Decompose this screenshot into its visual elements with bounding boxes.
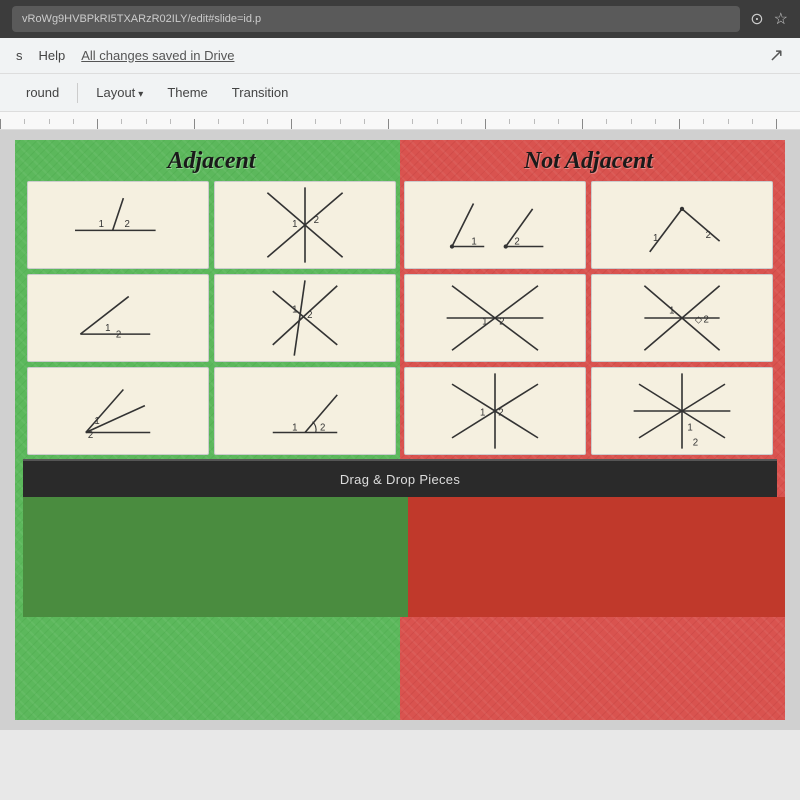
svg-text:1: 1 [99,219,104,230]
slide[interactable]: Adjacent Not Adjacent [15,140,785,720]
svg-text:1: 1 [687,422,692,433]
adjacent-card-5[interactable]: 1 2 [27,367,209,455]
svg-text:2: 2 [693,437,698,448]
not-adjacent-card-6[interactable]: 1 2 [591,367,773,455]
not-adjacent-card-1[interactable]: 1 2 [404,181,586,269]
svg-text:2: 2 [499,316,504,327]
adjacent-grid: 1 2 1 2 [27,181,396,455]
svg-text:1: 1 [471,236,476,247]
adjacent-half: 1 2 1 2 [23,181,400,455]
svg-text:1: 1 [105,323,110,334]
svg-text:2: 2 [704,314,709,325]
browser-icons: ⊙ ☆ [750,9,788,29]
record-icon[interactable]: ⊙ [750,9,763,29]
menu-help[interactable]: Help [39,48,66,63]
not-adjacent-half: 1 2 1 2 [400,181,777,455]
section-titles: Adjacent Not Adjacent [23,148,777,175]
svg-text:2: 2 [124,219,129,230]
layout-button[interactable]: Layout [86,81,153,104]
svg-text:2: 2 [88,430,93,441]
url-bar[interactable]: vRoWg9HVBPkRI5TXARzR02ILY/edit#slide=id.… [12,6,740,32]
not-adjacent-grid: 1 2 1 2 [404,181,773,455]
transition-button[interactable]: Transition [222,81,299,104]
adjacent-card-6[interactable]: 1 2 [214,367,396,455]
not-adjacent-card-3[interactable]: 1 2 [404,274,586,362]
not-adjacent-card-5[interactable]: 1 2 [404,367,586,455]
svg-text:1: 1 [292,422,297,433]
background-button[interactable]: round [16,81,69,104]
svg-text:1: 1 [292,219,297,230]
svg-text:2: 2 [706,230,711,241]
svg-text:◇: ◇ [695,314,703,325]
drag-drop-left[interactable] [23,497,408,617]
svg-text:1: 1 [292,305,297,316]
svg-text:2: 2 [307,310,312,321]
drag-drop-bar: Drag & Drop Pieces [23,459,777,497]
svg-text:1: 1 [94,416,99,427]
svg-text:1: 1 [482,316,487,327]
save-status: All changes saved in Drive [81,48,234,63]
not-adjacent-title: Not Adjacent [400,148,777,175]
url-text: vRoWg9HVBPkRI5TXARzR02ILY/edit#slide=id.… [22,13,261,25]
svg-text:2: 2 [498,407,503,418]
ruler [0,112,800,130]
toolbar: round Layout Theme Transition [0,74,800,112]
svg-text:1: 1 [653,233,658,244]
adjacent-card-1[interactable]: 1 2 [27,181,209,269]
slide-container: Adjacent Not Adjacent [15,140,785,720]
svg-text:2: 2 [320,422,325,433]
not-adjacent-card-4[interactable]: 1 ◇ 2 [591,274,773,362]
svg-text:2: 2 [314,215,319,226]
svg-text:1: 1 [669,306,674,317]
not-adjacent-card-2[interactable]: 1 2 [591,181,773,269]
menu-s[interactable]: s [16,48,23,63]
drag-drop-content[interactable] [23,497,785,617]
slide-area[interactable]: Adjacent Not Adjacent [0,130,800,730]
adjacent-card-4[interactable]: 1 2 [214,274,396,362]
svg-text:2: 2 [514,236,519,247]
toolbar-divider [77,83,78,103]
svg-text:1: 1 [480,407,485,418]
cards-wrapper: 1 2 1 2 [23,181,777,455]
menu-bar: s Help All changes saved in Drive ↗ [0,38,800,74]
slide-content: Adjacent Not Adjacent [15,140,785,625]
adjacent-title: Adjacent [23,148,400,175]
adjacent-card-2[interactable]: 1 2 [214,181,396,269]
drag-drop-right[interactable] [408,497,785,617]
squiggle-icon: ↗ [769,45,784,66]
adjacent-card-3[interactable]: 1 2 [27,274,209,362]
theme-button[interactable]: Theme [157,81,217,104]
ruler-marks [0,119,800,129]
star-icon[interactable]: ☆ [774,9,788,29]
svg-text:2: 2 [116,329,121,340]
browser-chrome: vRoWg9HVBPkRI5TXARzR02ILY/edit#slide=id.… [0,0,800,38]
drag-drop-label: Drag & Drop Pieces [340,472,460,487]
